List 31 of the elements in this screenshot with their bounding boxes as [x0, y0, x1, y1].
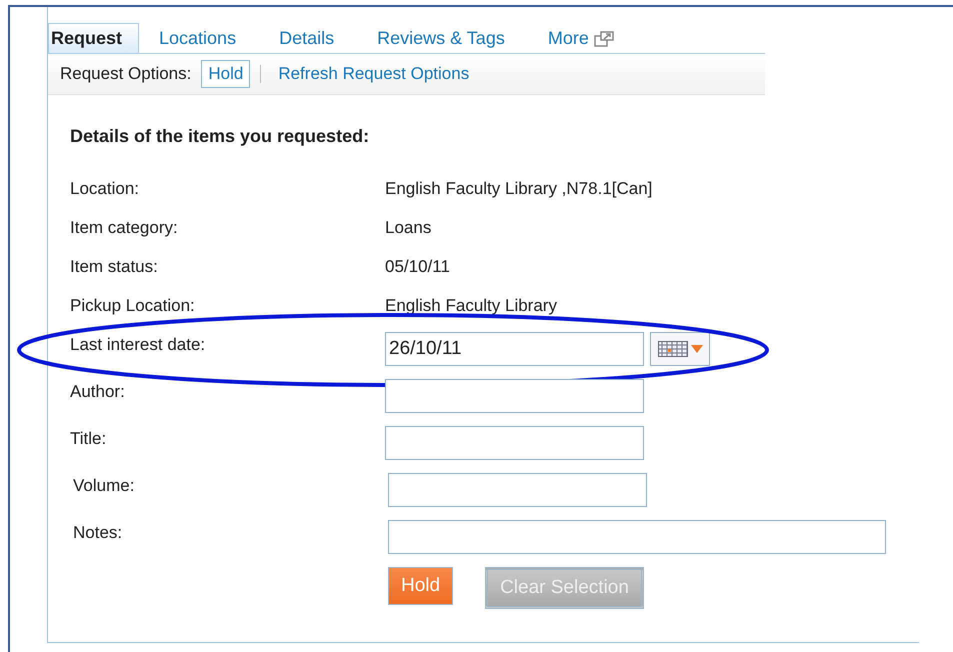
tab[interactable]: Reviews & Tags — [357, 23, 528, 53]
field-label: Pickup Location: — [70, 294, 196, 316]
input-field[interactable]: 26/10/11 — [385, 332, 644, 366]
field-label: Volume: — [73, 474, 136, 496]
tab[interactable]: More — [528, 23, 637, 53]
calendar-button[interactable] — [650, 332, 710, 366]
field-value: English Faculty Library ,N78.1[Can] — [385, 178, 652, 200]
field-label: Title: — [70, 428, 108, 450]
field-value: 05/10/11 — [385, 256, 450, 278]
field-value: English Faculty Library — [385, 294, 557, 316]
field-label: Notes: — [73, 522, 124, 544]
field-label: Item status: — [70, 256, 159, 278]
field-label: Location: — [70, 178, 140, 200]
caret-icon — [690, 344, 702, 352]
input-field[interactable] — [385, 378, 644, 412]
input-field[interactable] — [385, 426, 644, 460]
calendar-icon — [658, 340, 688, 356]
field-label: Author: — [70, 380, 126, 402]
option-link[interactable]: Refresh Request Options — [271, 60, 476, 88]
field-label: Last interest date: — [70, 334, 206, 356]
option-link[interactable]: Hold — [201, 60, 250, 88]
tab[interactable]: Locations — [139, 23, 260, 53]
tab[interactable]: Request — [48, 23, 140, 53]
input-field[interactable] — [388, 520, 886, 554]
button[interactable]: Hold — [388, 566, 454, 605]
input-field[interactable] — [388, 472, 647, 506]
toolbar-label: Request Options: — [60, 63, 192, 85]
section-heading: Details of the items you requested: — [70, 124, 370, 148]
field-value: Loans — [385, 216, 432, 238]
field-label: Item category: — [70, 216, 179, 238]
tab[interactable]: Details — [259, 23, 358, 53]
